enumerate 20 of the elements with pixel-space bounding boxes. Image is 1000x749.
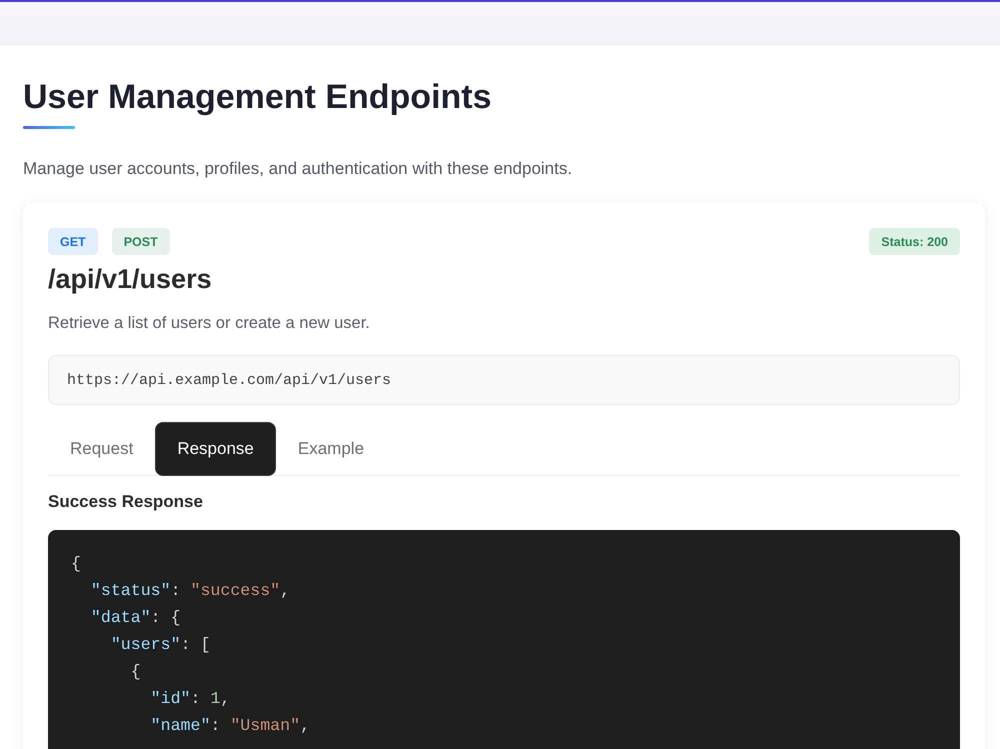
endpoint-path: /api/v1/users: [48, 263, 212, 295]
tab[interactable]: Response: [155, 422, 276, 476]
url-field: https://api.example.com/api/v1/users: [48, 355, 960, 405]
method-badge: POST: [112, 228, 170, 255]
tab[interactable]: Request: [48, 422, 156, 476]
code-line: "status": "success",: [90, 581, 290, 600]
page-subtitle: Manage user accounts, profiles, and authentication with these endpoints.: [23, 158, 572, 180]
code-line: "name": "Usman",: [150, 716, 310, 735]
code-line: "users": [: [110, 635, 210, 654]
page-title: User Management Endpoints: [23, 77, 492, 118]
code-line: "data": {: [90, 608, 181, 627]
section-heading: Success Response: [48, 491, 203, 513]
status-badge: Status: 200: [869, 228, 960, 255]
title-underline: [23, 126, 75, 129]
code-line: {: [130, 662, 141, 681]
code-line: "id": 1,: [150, 689, 230, 708]
code-line: {: [71, 554, 81, 573]
method-badge: GET: [48, 228, 98, 255]
tab[interactable]: Example: [276, 422, 386, 476]
endpoint-description: Retrieve a list of users or create a new user.: [48, 313, 370, 334]
